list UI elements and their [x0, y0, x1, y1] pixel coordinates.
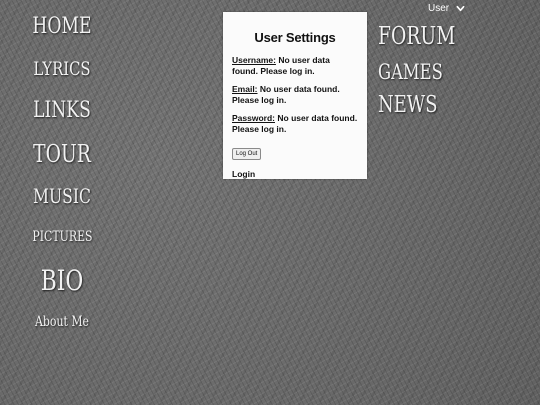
nav-links-link[interactable]: LINKS: [32, 98, 91, 123]
email-field: Email: No user data found. Please log in…: [232, 84, 358, 105]
user-menu-dropdown[interactable]: User: [428, 3, 465, 14]
nav-news-link[interactable]: NEWS: [378, 92, 448, 118]
nav-bio-link[interactable]: BIO: [32, 264, 91, 297]
settings-title: User Settings: [254, 30, 336, 45]
user-menu-label: User: [428, 3, 450, 14]
password-label: Password:: [232, 113, 275, 123]
nav-lyrics-link[interactable]: LYRICS: [32, 58, 91, 80]
nav-games-link[interactable]: GAMES: [378, 60, 448, 84]
username-label: Username:: [232, 55, 276, 65]
password-field: Password: No user data found. Please log…: [232, 113, 358, 134]
nav-tour-link[interactable]: TOUR: [32, 140, 91, 168]
user-settings-panel: User Settings Username: No user data fou…: [223, 12, 367, 179]
chevron-down-icon: [456, 4, 465, 13]
log-out-button[interactable]: Log Out: [232, 148, 262, 160]
nav-about-me-link[interactable]: About Me: [32, 314, 91, 330]
nav-pictures-link[interactable]: PICTURES: [32, 229, 92, 245]
nav-music-link[interactable]: MUSIC: [32, 184, 91, 208]
nav-forum-link[interactable]: FORUM: [378, 22, 455, 50]
username-field: Username: No user data found. Please log…: [232, 55, 358, 76]
nav-home-link[interactable]: HOME: [32, 14, 91, 39]
login-link[interactable]: Login: [232, 169, 358, 179]
email-label: Email:: [232, 84, 258, 94]
